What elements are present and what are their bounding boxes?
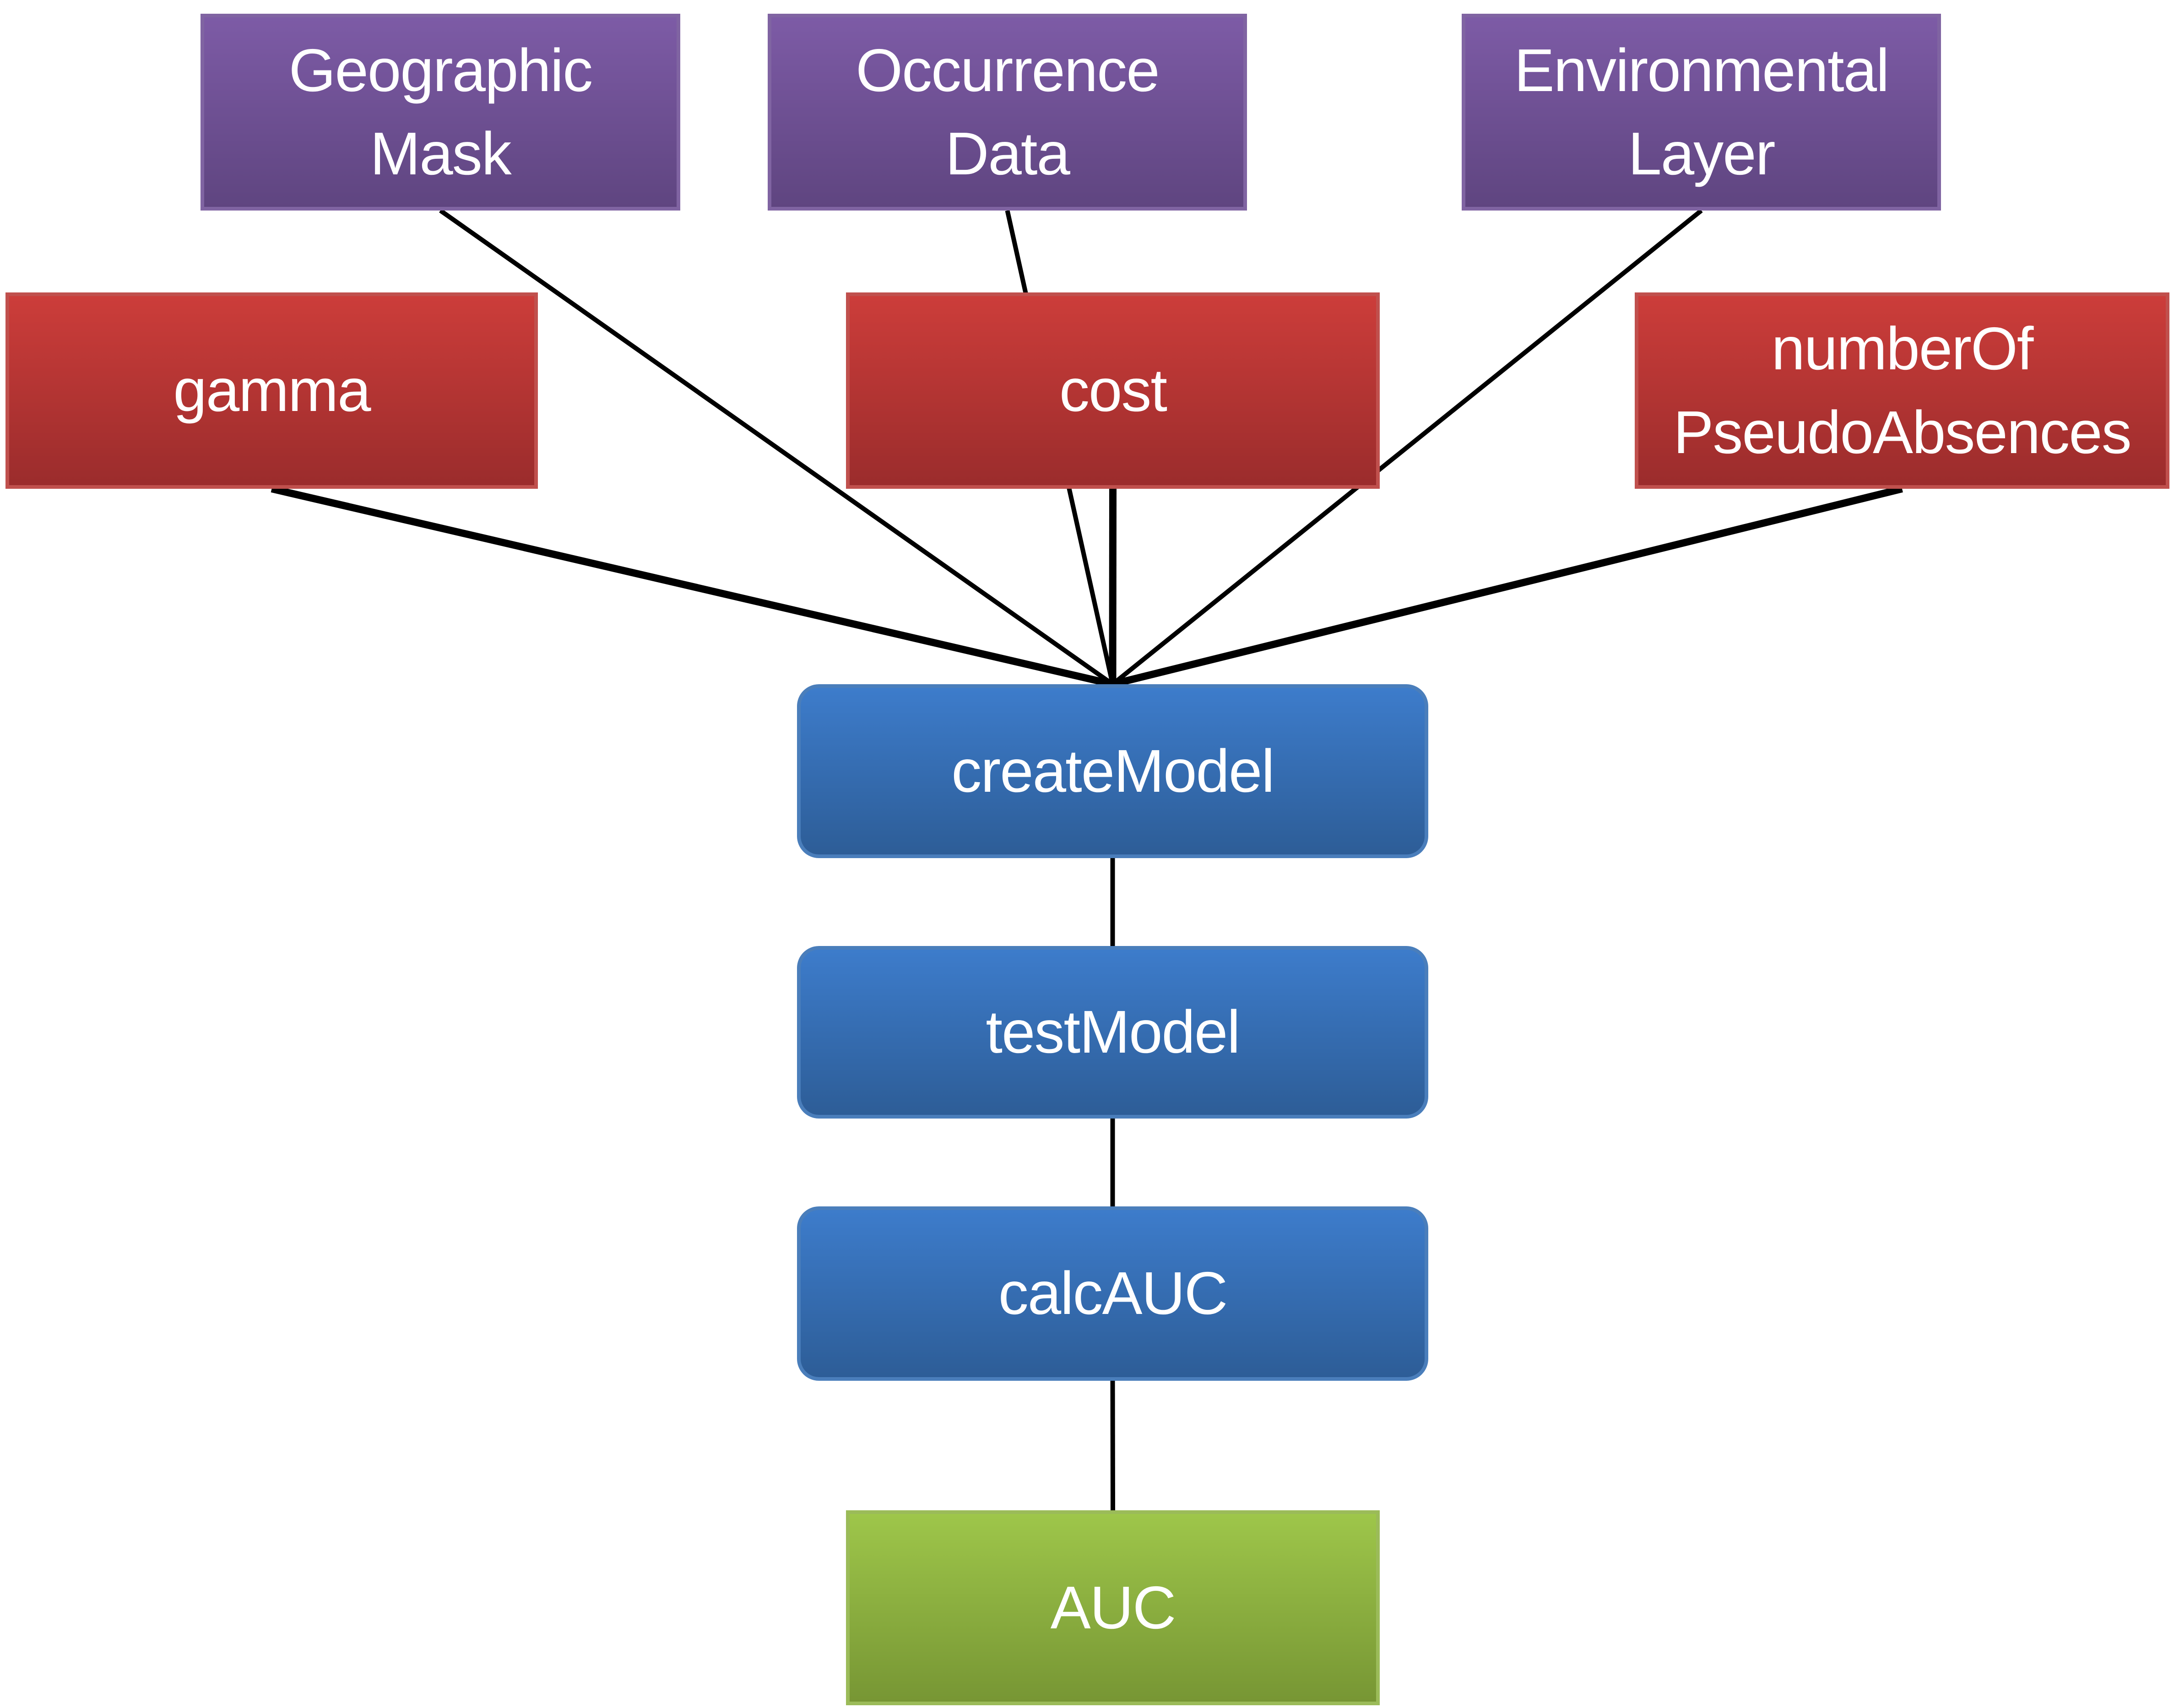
auc-label: AUC	[1050, 1573, 1176, 1641]
number-of-pseudo-absences-node[interactable]: numberOf PseudoAbsences	[1635, 292, 2169, 489]
cost-label: cost	[1059, 357, 1167, 424]
create-model-label: createModel	[951, 737, 1274, 805]
test-model-label: testModel	[986, 998, 1240, 1066]
number-of-pseudo-absences-label: numberOf PseudoAbsences	[1673, 315, 2131, 466]
cost-node[interactable]: cost	[846, 292, 1380, 489]
gamma-label: gamma	[173, 357, 371, 424]
create-model-node[interactable]: createModel	[797, 684, 1428, 858]
calc-auc-node[interactable]: calcAUC	[797, 1206, 1428, 1381]
calc-auc-label: calcAUC	[998, 1259, 1228, 1327]
geographic-mask-label: Geographic Mask	[288, 36, 593, 187]
occurrence-data-node[interactable]: Occurrence Data	[768, 14, 1247, 211]
occurrence-data-label: Occurrence Data	[856, 36, 1160, 187]
environmental-layer-label: Environmental Layer	[1514, 36, 1890, 187]
auc-node[interactable]: AUC	[846, 1510, 1380, 1705]
geographic-mask-node[interactable]: Geographic Mask	[201, 14, 680, 211]
test-model-node[interactable]: testModel	[797, 946, 1428, 1119]
environmental-layer-node[interactable]: Environmental Layer	[1462, 14, 1941, 211]
edge-gamma-to-create-model	[271, 485, 1114, 688]
gamma-node[interactable]: gamma	[5, 292, 538, 489]
